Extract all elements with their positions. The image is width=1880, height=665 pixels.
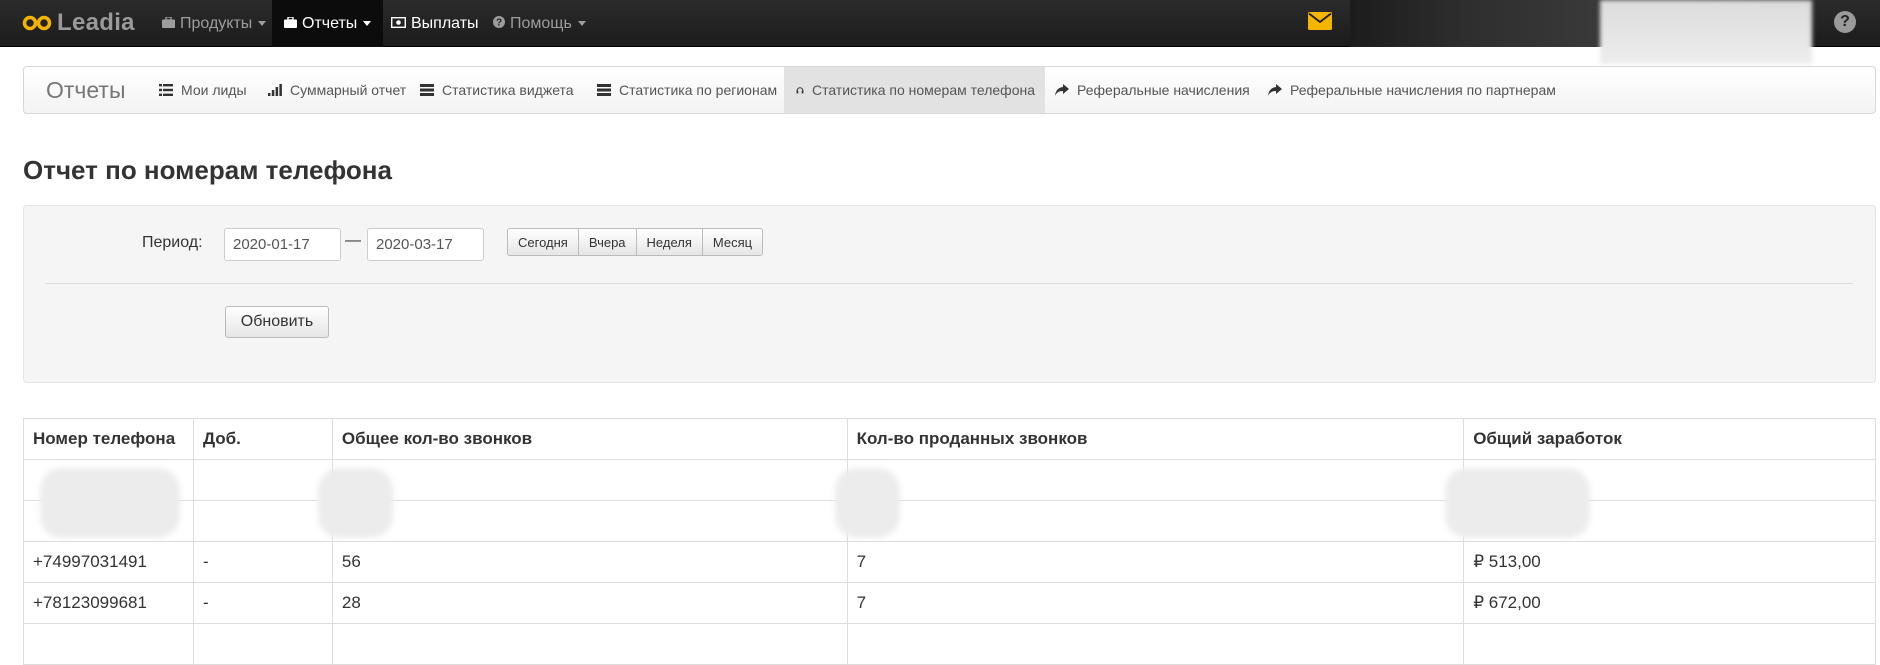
subnav-item-label: Реферальные начисления по партнерам — [1290, 82, 1556, 98]
nav-reports-label: Отчеты — [302, 14, 358, 32]
week-button[interactable]: Неделя — [636, 229, 703, 255]
reports-subnav: Отчеты Мои лиды Суммарный отчет Статисти… — [23, 66, 1876, 114]
table-cell — [23, 623, 194, 665]
table-cell — [193, 500, 333, 542]
briefcase-icon — [284, 15, 297, 33]
table-cell-total-calls: 56 — [332, 541, 848, 583]
column-header-sold-calls[interactable]: Кол-во проданных звонков — [847, 418, 1465, 460]
subnav-item-label: Мои лиды — [181, 82, 247, 98]
share-icon — [1055, 84, 1069, 96]
table-cell-ext: - — [193, 582, 333, 624]
stack-icon — [597, 84, 611, 96]
column-header-phone[interactable]: Номер телефона — [23, 418, 194, 460]
table-cell-phone: +78123099681 — [23, 582, 194, 624]
subnav-item-referral-partners[interactable]: Реферальные начисления по партнерам — [1258, 67, 1566, 113]
svg-text:?: ? — [496, 17, 502, 28]
nav-help[interactable]: ? Помощь — [481, 0, 598, 47]
redacted-cell — [318, 468, 393, 538]
nav-payouts-label: Выплаты — [411, 14, 479, 32]
nav-reports[interactable]: Отчеты — [272, 0, 384, 47]
phone-stats-table: Номер телефона Доб. Общее кол-во звонков… — [23, 418, 1876, 665]
table-row: +74997031491 - 56 7 ₽ 513,00 — [23, 541, 1876, 583]
nav-help-label: Помощь — [510, 14, 572, 32]
redacted-cell — [40, 468, 180, 538]
subnav-item-label: Статистика виджета — [442, 82, 574, 98]
briefcase-icon — [162, 15, 175, 33]
refresh-button[interactable]: Обновить — [225, 306, 329, 338]
chevron-down-icon — [363, 21, 372, 26]
help-circle-icon[interactable]: ? — [1834, 11, 1856, 33]
table-cell-earnings: ₽ 513,00 — [1463, 541, 1876, 583]
headphones-icon — [796, 87, 804, 94]
filter-divider — [45, 283, 1853, 284]
brand-logo[interactable]: Leadia — [22, 9, 135, 37]
subnav-item-label: Суммарный отчет — [290, 82, 407, 98]
table-cell — [332, 500, 848, 542]
signal-icon — [268, 84, 282, 96]
nav-products-label: Продукты — [180, 14, 253, 32]
brand-name: Leadia — [57, 9, 135, 36]
date-separator: — — [345, 232, 361, 249]
subnav-item-region-stats[interactable]: Статистика по регионам — [587, 67, 787, 113]
table-cell — [1463, 623, 1876, 665]
date-to-input[interactable] — [367, 228, 484, 261]
yesterday-button[interactable]: Вчера — [578, 229, 637, 255]
stack-icon — [420, 84, 434, 96]
today-button[interactable]: Сегодня — [508, 229, 579, 255]
table-cell — [847, 500, 1465, 542]
column-header-earnings[interactable]: Общий заработок — [1463, 418, 1876, 460]
table-cell — [332, 459, 848, 501]
question-icon: ? — [493, 15, 505, 33]
period-label: Период: — [142, 234, 203, 251]
redacted-cell — [1445, 468, 1590, 538]
table-cell — [193, 623, 333, 665]
nav-products[interactable]: Продукты — [150, 0, 278, 47]
subnav-item-label: Статистика по регионам — [619, 82, 778, 98]
table-cell — [332, 623, 848, 665]
table-cell — [193, 459, 333, 501]
subnav-item-widget-stats[interactable]: Статистика виджета — [410, 67, 584, 113]
table-cell-earnings: ₽ 672,00 — [1463, 582, 1876, 624]
date-from-input[interactable] — [224, 228, 341, 261]
chevron-down-icon — [577, 21, 586, 26]
month-button[interactable]: Месяц — [702, 229, 763, 255]
subnav-item-referral[interactable]: Реферальные начисления — [1045, 67, 1260, 113]
page-title: Отчет по номерам телефона — [23, 155, 392, 185]
quick-period-buttons: Сегодня Вчера Неделя Месяц — [507, 228, 764, 256]
table-header-row: Номер телефона Доб. Общее кол-во звонков… — [23, 418, 1876, 460]
table-row — [23, 459, 1876, 501]
column-header-total-calls[interactable]: Общее кол-во звонков — [332, 418, 848, 460]
redacted-cell — [835, 468, 900, 538]
table-cell — [847, 459, 1465, 501]
mail-icon[interactable] — [1308, 12, 1332, 30]
money-icon — [390, 15, 407, 33]
subnav-item-phone-stats[interactable]: Статистика по номерам телефона — [784, 67, 1045, 113]
filter-panel: Период: — Сегодня Вчера Неделя Месяц Обн… — [23, 205, 1876, 383]
subnav-item-my-leads[interactable]: Мои лиды — [149, 67, 257, 113]
nav-payouts[interactable]: Выплаты — [379, 0, 491, 47]
table-cell-sold-calls: 7 — [847, 541, 1465, 583]
table-cell-sold-calls: 7 — [847, 582, 1465, 624]
infinity-logo-icon — [22, 15, 52, 31]
column-header-ext[interactable]: Доб. — [193, 418, 333, 460]
table-cell-ext: - — [193, 541, 333, 583]
subnav-item-summary[interactable]: Суммарный отчет — [258, 67, 416, 113]
subnav-title: Отчеты — [46, 77, 126, 103]
table-row: +78123099681 - 28 7 ₽ 672,00 — [23, 582, 1876, 624]
subnav-item-label: Реферальные начисления — [1077, 82, 1250, 98]
table-row — [23, 500, 1876, 542]
subnav-item-label: Статистика по номерам телефона — [811, 82, 1035, 98]
redacted-user-menu — [1600, 0, 1812, 64]
table-cell — [847, 623, 1465, 665]
table-cell-total-calls: 28 — [332, 582, 848, 624]
list-icon — [159, 84, 173, 96]
chevron-down-icon — [258, 21, 267, 26]
table-row — [23, 623, 1876, 665]
table-cell-phone: +74997031491 — [23, 541, 194, 583]
top-navbar: Leadia Продукты Отчеты Выплаты ? Помощь … — [0, 0, 1880, 47]
share-icon — [1268, 84, 1282, 96]
